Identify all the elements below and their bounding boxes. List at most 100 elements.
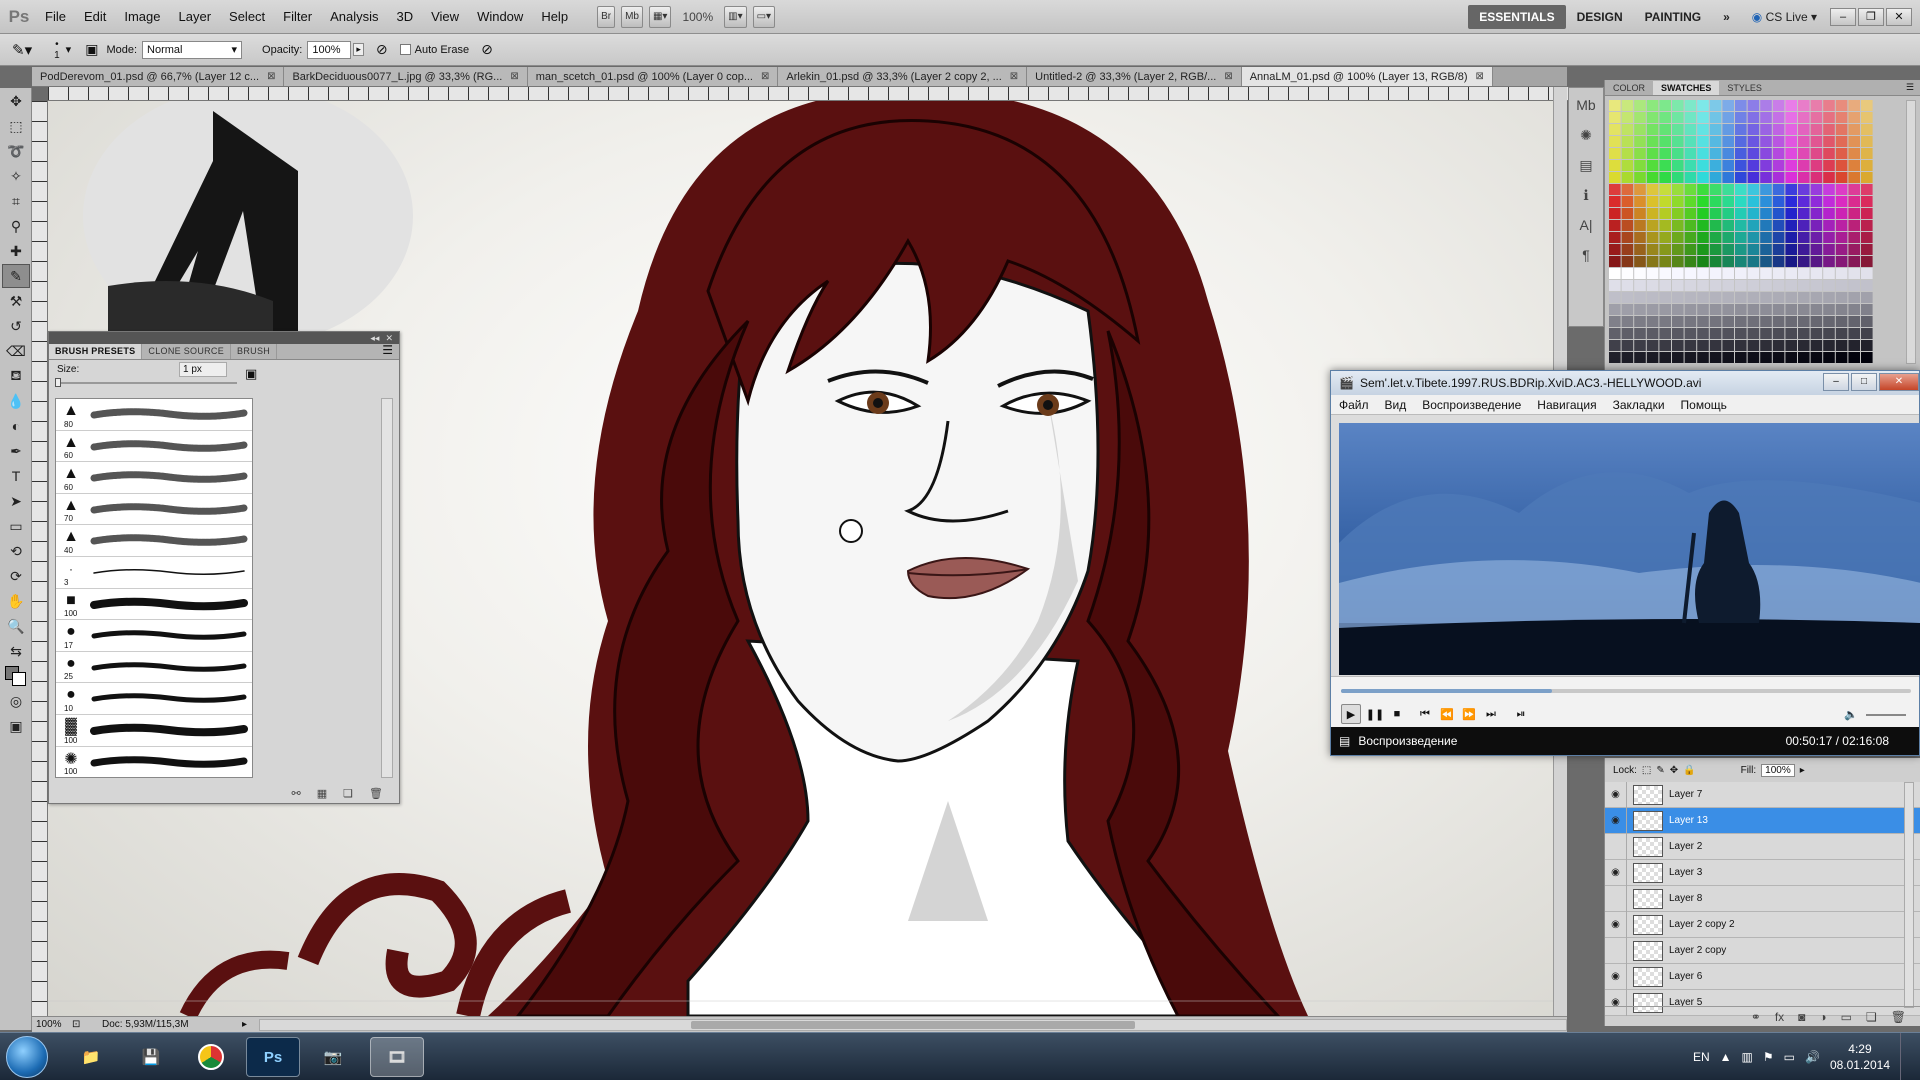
swatch[interactable] (1823, 100, 1835, 111)
pause-button[interactable]: ❚❚ (1365, 704, 1385, 724)
swatch[interactable] (1722, 220, 1734, 231)
photoshop-taskbar-icon[interactable]: Ps (246, 1037, 300, 1077)
stop-button[interactable]: ■ (1387, 704, 1407, 724)
swatch[interactable] (1659, 316, 1671, 327)
swatch[interactable] (1823, 220, 1835, 231)
blur-tool-icon[interactable]: 💧 (2, 389, 30, 413)
swatch[interactable] (1646, 124, 1659, 135)
swatch[interactable] (1772, 112, 1785, 123)
language-indicator[interactable]: EN (1693, 1050, 1710, 1064)
swatch[interactable] (1684, 172, 1697, 183)
swatch[interactable] (1747, 340, 1760, 351)
swatch[interactable] (1747, 112, 1760, 123)
explorer-taskbar-icon[interactable]: 📁 (64, 1037, 118, 1077)
navigator-icon[interactable]: ▤ (1572, 152, 1600, 178)
swatch[interactable] (1609, 340, 1621, 351)
swatch[interactable] (1621, 184, 1634, 195)
swatch[interactable] (1659, 172, 1671, 183)
swatch[interactable] (1634, 112, 1646, 123)
swatch[interactable] (1785, 148, 1797, 159)
swatch[interactable] (1735, 316, 1747, 327)
doc-tab[interactable]: Arlekin_01.psd @ 33,3% (Layer 2 copy 2, … (778, 67, 1028, 86)
swatch[interactable] (1659, 256, 1671, 267)
swatch[interactable] (1747, 256, 1760, 267)
swatch[interactable] (1823, 112, 1835, 123)
swatch[interactable] (1659, 304, 1671, 315)
swatch[interactable] (1672, 160, 1684, 171)
swatch[interactable] (1684, 256, 1697, 267)
swatch[interactable] (1798, 232, 1810, 243)
swatch[interactable] (1785, 268, 1797, 279)
swatch[interactable] (1684, 328, 1697, 339)
tab-brush[interactable]: BRUSH (231, 344, 278, 359)
lock-transparency-icon[interactable]: ⬚ (1642, 765, 1651, 776)
auto-erase-checkbox[interactable]: Auto Erase (399, 44, 469, 56)
swatch[interactable] (1646, 232, 1659, 243)
swatch[interactable] (1747, 124, 1760, 135)
swatch[interactable] (1835, 136, 1848, 147)
swatch[interactable] (1747, 304, 1760, 315)
swatch[interactable] (1672, 100, 1684, 111)
swatch[interactable] (1760, 100, 1772, 111)
swatch[interactable] (1659, 352, 1671, 363)
swatch[interactable] (1697, 184, 1709, 195)
swatch[interactable] (1697, 316, 1709, 327)
swatch[interactable] (1634, 124, 1646, 135)
swatch[interactable] (1684, 148, 1697, 159)
swatch[interactable] (1760, 316, 1772, 327)
swatch[interactable] (1747, 148, 1760, 159)
eraser-tool-icon[interactable]: ⌫ (2, 339, 30, 363)
menu-image[interactable]: Image (115, 0, 169, 34)
swatch[interactable] (1861, 184, 1873, 195)
swatch[interactable] (1835, 328, 1848, 339)
swatch[interactable] (1760, 328, 1772, 339)
mode-select[interactable]: Normal ▾ (142, 40, 243, 59)
swatch[interactable] (1810, 100, 1823, 111)
swatch[interactable] (1835, 268, 1848, 279)
minimize-button[interactable]: – (1830, 8, 1856, 26)
swatch[interactable] (1823, 280, 1835, 291)
swatch[interactable] (1785, 136, 1797, 147)
swatch[interactable] (1722, 112, 1734, 123)
swatch[interactable] (1772, 328, 1785, 339)
swatch[interactable] (1609, 244, 1621, 255)
swatch[interactable] (1634, 328, 1646, 339)
swatch[interactable] (1609, 172, 1621, 183)
brush-tool-icon[interactable]: ✎ (2, 264, 30, 288)
swatch[interactable] (1722, 160, 1734, 171)
workspace-more[interactable]: » (1712, 5, 1741, 29)
swatch[interactable] (1735, 148, 1747, 159)
swatch[interactable] (1697, 328, 1709, 339)
swatch[interactable] (1747, 352, 1760, 363)
swatch[interactable] (1735, 292, 1747, 303)
rewind-button[interactable]: ⏪ (1437, 704, 1457, 724)
swatch[interactable] (1835, 316, 1848, 327)
swatch[interactable] (1722, 316, 1734, 327)
swatch[interactable] (1810, 280, 1823, 291)
move-tool-icon[interactable]: ✥ (2, 89, 30, 113)
swatch[interactable] (1646, 172, 1659, 183)
swatch[interactable] (1722, 148, 1734, 159)
swatch[interactable] (1672, 292, 1684, 303)
link-layers-icon[interactable]: ⚭ (1751, 1010, 1761, 1024)
swatch[interactable] (1810, 244, 1823, 255)
swatch[interactable] (1760, 244, 1772, 255)
brush-list-scrollbar[interactable] (381, 398, 393, 778)
swatch[interactable] (1760, 160, 1772, 171)
visibility-eye-icon[interactable]: ◉ (1605, 963, 1627, 990)
player-menu-file[interactable]: Файл (1331, 398, 1377, 412)
swatch[interactable] (1709, 268, 1722, 279)
swatch[interactable] (1659, 112, 1671, 123)
swatch[interactable] (1621, 256, 1634, 267)
swatch[interactable] (1861, 148, 1873, 159)
swatch[interactable] (1621, 268, 1634, 279)
tab-color[interactable]: COLOR (1605, 81, 1653, 95)
swatch[interactable] (1659, 208, 1671, 219)
swatch[interactable] (1772, 220, 1785, 231)
swatch[interactable] (1785, 100, 1797, 111)
lock-all-icon[interactable]: 🔒 (1683, 765, 1695, 776)
panel-menu-icon[interactable]: ☰ (376, 343, 399, 359)
swatch[interactable] (1634, 316, 1646, 327)
swatch[interactable] (1798, 280, 1810, 291)
menu-help[interactable]: Help (532, 0, 577, 34)
